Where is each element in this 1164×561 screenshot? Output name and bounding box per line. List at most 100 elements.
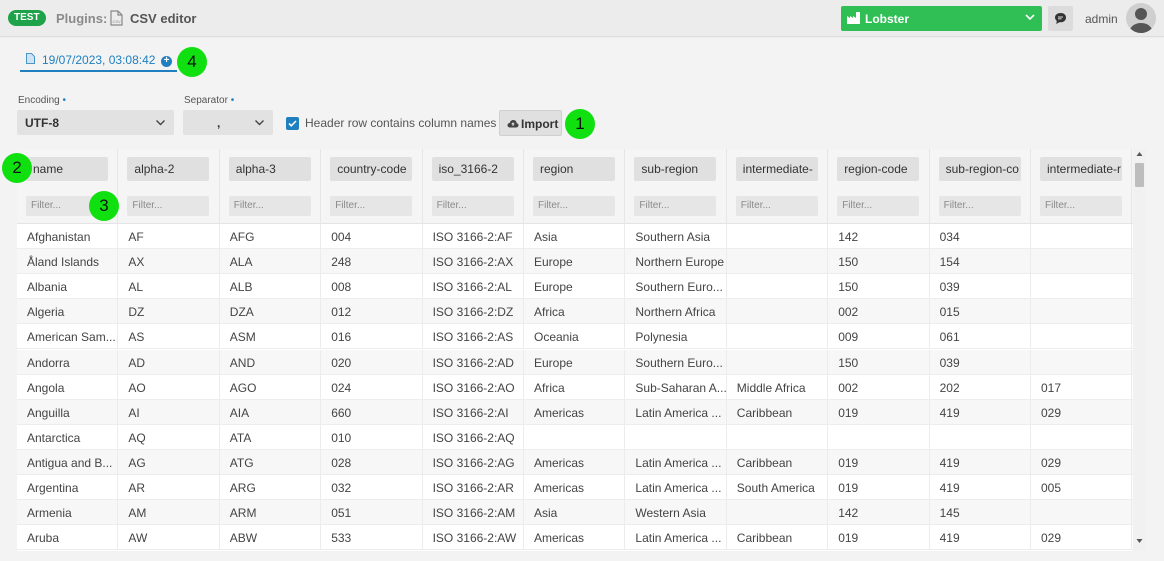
table-cell[interactable]: Argentina: [17, 475, 119, 500]
user-name[interactable]: admin: [1085, 12, 1118, 26]
table-cell[interactable]: Latin America ...: [625, 475, 727, 500]
table-cell[interactable]: 248: [321, 249, 423, 275]
table-row[interactable]: Åland Islands AX ALA 248 ISO 3166-2:AX Europe…: [17, 249, 1133, 275]
table-cell[interactable]: [524, 424, 626, 450]
header-row-checkbox-label[interactable]: Header row contains column names: [305, 116, 496, 130]
table-cell[interactable]: [727, 324, 829, 350]
table-cell[interactable]: AF: [118, 224, 220, 249]
table-cell[interactable]: DZA: [220, 299, 322, 325]
table-cell[interactable]: ARM: [220, 500, 322, 526]
table-cell[interactable]: ISO 3166-2:AL: [423, 274, 524, 300]
table-cell[interactable]: Europe: [524, 349, 626, 375]
table-cell[interactable]: AX: [118, 249, 220, 275]
table-cell[interactable]: 029: [1031, 399, 1133, 425]
table-cell[interactable]: AO: [118, 374, 220, 400]
table-cell[interactable]: [1031, 249, 1133, 275]
table-cell[interactable]: ATA: [220, 424, 322, 450]
table-cell[interactable]: Albania: [17, 274, 119, 300]
table-cell[interactable]: [1031, 424, 1133, 450]
table-row[interactable]: Anguilla AI AIA 660 ISO 3166-2:AI Americas Lat…: [17, 399, 1133, 425]
table-row[interactable]: Antarctica AQ ATA 010 ISO 3166-2:AQ: [17, 424, 1133, 450]
table-cell[interactable]: Middle Africa: [727, 374, 829, 400]
table-cell[interactable]: [727, 424, 829, 450]
table-row[interactable]: Argentina AR ARG 032 ISO 3166-2:AR Americas La…: [17, 475, 1133, 500]
table-cell[interactable]: [727, 274, 829, 300]
table-cell[interactable]: [727, 249, 829, 275]
table-row[interactable]: Antigua and B... AG ATG 028 ISO 3166-2:AG Ame…: [17, 449, 1133, 475]
table-cell[interactable]: 010: [321, 424, 423, 450]
table-row[interactable]: Andorra AD AND 020 ISO 3166-2:AD Europe Southe…: [17, 349, 1133, 375]
vertical-scrollbar[interactable]: [1133, 149, 1146, 551]
table-cell[interactable]: [727, 299, 829, 325]
table-cell[interactable]: AW: [118, 525, 220, 551]
table-cell[interactable]: Southern Asia: [625, 224, 727, 249]
plus-circle-icon[interactable]: +: [161, 56, 172, 67]
table-cell[interactable]: ISO 3166-2:AS: [423, 324, 524, 350]
table-cell[interactable]: ASM: [220, 324, 322, 350]
avatar[interactable]: [1126, 3, 1156, 33]
table-cell[interactable]: 034: [930, 224, 1031, 249]
table-cell[interactable]: 019: [828, 449, 930, 475]
table-cell[interactable]: Asia: [524, 224, 626, 249]
table-row[interactable]: Afghanistan AF AFG 004 ISO 3166-2:AF Asia Sout…: [17, 224, 1133, 249]
table-cell[interactable]: 039: [930, 349, 1031, 375]
table-cell[interactable]: 533: [321, 525, 423, 551]
table-cell[interactable]: 019: [828, 475, 930, 500]
table-row[interactable]: Angola AO AGO 024 ISO 3166-2:AO Africa Sub-Sah…: [17, 374, 1133, 400]
table-row[interactable]: American Sam... AS ASM 016 ISO 3166-2:AS Ocea…: [17, 324, 1133, 350]
column-header[interactable]: country-code: [330, 157, 413, 181]
table-cell[interactable]: 660: [321, 399, 423, 425]
table-cell[interactable]: 202: [930, 374, 1031, 400]
table-cell[interactable]: 015: [930, 299, 1031, 325]
table-cell[interactable]: ARG: [220, 475, 322, 500]
table-cell[interactable]: [625, 424, 727, 450]
table-cell[interactable]: Armenia: [17, 500, 119, 526]
table-cell[interactable]: AG: [118, 449, 220, 475]
table-cell[interactable]: AIA: [220, 399, 322, 425]
table-cell[interactable]: 019: [828, 525, 930, 551]
table-cell[interactable]: Americas: [524, 399, 626, 425]
table-cell[interactable]: ABW: [220, 525, 322, 551]
table-cell[interactable]: 051: [321, 500, 423, 526]
table-cell[interactable]: Latin America ...: [625, 449, 727, 475]
table-cell[interactable]: Asia: [524, 500, 626, 526]
column-header[interactable]: iso_3166-2: [431, 157, 514, 181]
table-cell[interactable]: 145: [930, 500, 1031, 526]
table-cell[interactable]: AM: [118, 500, 220, 526]
table-cell[interactable]: 150: [828, 274, 930, 300]
column-filter-input[interactable]: Filter...: [127, 196, 210, 216]
table-cell[interactable]: 142: [828, 500, 930, 526]
table-cell[interactable]: AL: [118, 274, 220, 300]
table-row[interactable]: Aruba AW ABW 533 ISO 3166-2:AW Americas Latin …: [17, 525, 1133, 551]
column-filter-input[interactable]: Filter...: [533, 196, 615, 216]
table-cell[interactable]: 002: [828, 374, 930, 400]
table-cell[interactable]: [727, 224, 829, 249]
table-cell[interactable]: American Sam...: [17, 324, 119, 350]
table-cell[interactable]: AR: [118, 475, 220, 500]
table-cell[interactable]: ISO 3166-2:AG: [423, 449, 524, 475]
table-cell[interactable]: Sub-Saharan A...: [625, 374, 727, 400]
table-cell[interactable]: Latin America ...: [625, 525, 727, 551]
table-cell[interactable]: ISO 3166-2:AO: [423, 374, 524, 400]
table-cell[interactable]: AD: [118, 349, 220, 375]
table-cell[interactable]: 002: [828, 299, 930, 325]
table-cell[interactable]: DZ: [118, 299, 220, 325]
table-cell[interactable]: Europe: [524, 274, 626, 300]
column-filter-input[interactable]: Filter...: [634, 196, 717, 216]
table-cell[interactable]: ISO 3166-2:AD: [423, 349, 524, 375]
table-cell[interactable]: 142: [828, 224, 930, 249]
table-cell[interactable]: Algeria: [17, 299, 119, 325]
table-cell[interactable]: 019: [828, 399, 930, 425]
tab-document[interactable]: 19/07/2023, 03:08:42: [20, 50, 177, 72]
table-cell[interactable]: 008: [321, 274, 423, 300]
table-cell[interactable]: 028: [321, 449, 423, 475]
column-filter-input[interactable]: Filter...: [938, 196, 1021, 216]
import-button[interactable]: Import: [499, 110, 562, 136]
table-cell[interactable]: [727, 349, 829, 375]
breadcrumb-plugins[interactable]: Plugins:: [56, 11, 107, 26]
table-cell[interactable]: 029: [1031, 449, 1133, 475]
table-cell[interactable]: 419: [930, 449, 1031, 475]
table-cell[interactable]: ISO 3166-2:DZ: [423, 299, 524, 325]
table-cell[interactable]: [828, 424, 930, 450]
table-cell[interactable]: [1031, 349, 1133, 375]
